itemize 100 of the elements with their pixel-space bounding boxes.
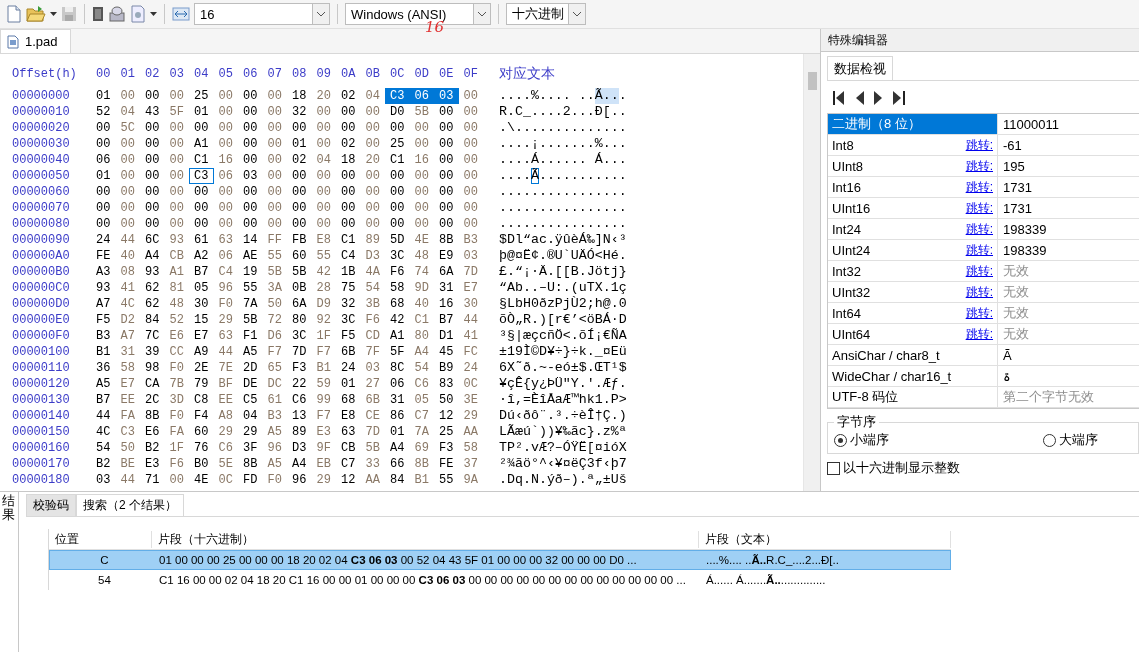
hex-bytes: 36 58 98 F0 2E 7E 2D 65 F3 B1 24 03 8C 54 B9 24 [95, 360, 479, 376]
offset-label: 00000150 [12, 425, 71, 439]
offset-label: 00000000 [12, 89, 71, 103]
column-header: 02 [144, 67, 161, 81]
jump-link[interactable]: 跳转: [965, 262, 993, 280]
text-column-header: 对应文本 [499, 65, 555, 83]
panel-title: 特殊编辑器 [821, 29, 1139, 52]
radio-option[interactable]: 大端序 [1043, 431, 1098, 449]
jump-link[interactable]: 跳转: [965, 220, 993, 238]
offset-label: 000000E0 [12, 313, 71, 327]
hex-bytes: 00 00 00 00 00 00 00 00 00 00 00 00 00 00 00 00 [95, 200, 479, 216]
property-name: AnsiChar / char8_t [832, 347, 940, 363]
hex-bytes: 01 00 00 00 [95, 168, 185, 184]
column-header: 06 [242, 67, 259, 81]
jump-link[interactable]: 跳转: [965, 199, 993, 217]
ascii-text: ................ [499, 216, 627, 232]
column-header: 03 [168, 67, 185, 81]
column-header: 05 [217, 67, 234, 81]
hex-snippet-cell-text: C1 16 00 00 02 04 18 20 C1 16 00 00 01 00 00 00 C3 06 03 00 00 00 00 00 00 00 00 00 00 00 00 00 ... [158, 574, 687, 586]
last-icon[interactable] [893, 91, 905, 105]
property-name: Int24 [832, 221, 861, 237]
offset-label: 000000D0 [12, 297, 71, 311]
jump-link[interactable]: 跳转: [965, 136, 993, 154]
ascii-text: .Dq.N.ýð–).ª„±Uš [499, 472, 627, 488]
first-icon[interactable] [833, 91, 845, 105]
scrollbar[interactable] [803, 54, 820, 491]
next-icon[interactable] [874, 91, 883, 105]
jump-link[interactable]: 跳转: [965, 157, 993, 175]
new-document-icon[interactable] [6, 3, 22, 25]
jump-link[interactable]: 跳转: [965, 325, 993, 343]
offset-label: 00000010 [12, 105, 71, 119]
dropdown[interactable]: 十六进制 [506, 3, 586, 25]
offset-label: 000000A0 [12, 249, 71, 263]
property-name: Int16 [832, 179, 861, 195]
jump-link[interactable]: 跳转: [965, 241, 993, 259]
hex-bytes: B1 31 39 CC A9 44 A5 F7 7D F7 6B 7F 5F A4 45 FC [95, 344, 479, 360]
hex-bytes: 03 44 71 00 4E 0C FD F0 96 29 12 AA 84 B1 55 9A [95, 472, 479, 488]
property-value: Ã [1002, 346, 1013, 365]
radio-option[interactable]: 小端序 [834, 431, 889, 449]
offset-header: Offset(h) [12, 67, 78, 81]
ascii-text: ³§|æçcñÖ<.õÍ¡€ÑA [499, 328, 627, 344]
offset-label: 000000F0 [12, 329, 71, 343]
file-tab[interactable]: 1.pad [0, 29, 71, 53]
property-value: 198339 [1002, 241, 1048, 260]
column-header: 0F [462, 67, 479, 81]
offset-label: 00000140 [12, 409, 71, 423]
offset-label: 00000080 [12, 217, 71, 231]
ascii-text: þ@¤Ë¢.®U`UÄÓ<Hé. [499, 248, 627, 264]
ascii-text: .\.............. [499, 120, 627, 136]
column-header: 04 [193, 67, 210, 81]
text-snippet-cell-text: ....%.... ..Ã..R.C_....2...Ð[.. [705, 554, 840, 566]
caret-icon[interactable] [50, 12, 57, 16]
result-row[interactable]: C 01 00 00 00 25 00 00 00 18 20 02 04 C3 06 03 00 52 04 43 5F 01 00 00 00 32 00 00 00 D0 ... ....%.... ..Ã..R.C_....2...Ð[.. [49, 550, 951, 570]
ascii-text: ·î,=ÈîÅaÆ™hk1.P> [499, 392, 627, 408]
ascii-text: “Ab..–U:.(uTX.1ç [499, 280, 627, 296]
offset-label: 00000120 [12, 377, 71, 391]
jump-link[interactable]: 跳转: [965, 304, 993, 322]
previous-icon[interactable] [855, 91, 864, 105]
dropdown[interactable]: 16 [194, 3, 330, 25]
offset-label: 00000050 [12, 169, 71, 183]
hex-bytes: 00 00 00 00 A1 00 00 00 01 00 02 00 25 00 00 00 [95, 136, 479, 152]
column-header: 片段（文本） [699, 530, 951, 548]
results-tab[interactable]: 搜索（2 个结果） [76, 494, 184, 516]
ascii-text: õÒ„R.)[r€’<öBÁ·D [499, 312, 627, 328]
hex-bytes: A5 E7 CA 7B 79 BF DE DC 22 59 01 27 06 C6 83 0C [95, 376, 479, 392]
hex-integers-checkbox[interactable]: 以十六进制显示整数 [827, 459, 1139, 477]
property-value: 195 [1002, 157, 1026, 176]
hex-bytes: 01 00 00 00 25 00 00 00 18 20 02 04 [95, 88, 381, 104]
jump-link[interactable]: 跳转: [965, 283, 993, 301]
ascii-text: ....¡.......%... [499, 136, 627, 152]
results-title: 结果 [2, 494, 15, 523]
offset-label: 00000110 [12, 361, 71, 375]
offset-label: 00000090 [12, 233, 71, 247]
panel-tab[interactable]: 数据检视 [827, 56, 893, 80]
property-name: WideChar / char16_t [832, 368, 952, 384]
results-tab[interactable]: 校验码 [26, 494, 76, 516]
column-header: 0E [438, 67, 455, 81]
property-value: ۃ [1002, 367, 1012, 386]
offset-label: 00000030 [12, 137, 71, 151]
caret-icon[interactable] [150, 12, 157, 16]
column-header: 片段（十六进制） [152, 530, 699, 548]
offset-label: 000000B0 [12, 265, 71, 279]
ascii-text: £.“¡·Ä.[[B.Jötj} [499, 264, 627, 280]
file-icon [7, 34, 19, 49]
jump-link[interactable]: 跳转: [965, 178, 993, 196]
hex-bytes: C3 [189, 168, 214, 184]
column-header: 0B [364, 67, 381, 81]
ascii-text: .... [499, 168, 531, 184]
ascii-text: Ã.. [594, 88, 619, 104]
ascii-text: ¥çÊ{y¿ÞÜ"Y.'.Æƒ. [499, 376, 627, 392]
property-name: Int32 [832, 263, 861, 279]
hex-bytes: B2 BE E3 F6 B0 5E 8B A5 A4 EB C7 33 66 8B FE 37 [95, 456, 479, 472]
result-row[interactable]: 54 C1 16 00 00 02 04 18 20 C1 16 00 00 01 00 00 00 C3 06 03 00 00 00 00 00 00 00 00 00 00 00 00 00 ... Á...... Á.......Ã................ [49, 570, 951, 590]
property-name-cell[interactable]: 二进制（8 位） [828, 114, 998, 134]
property-name: Int64 [832, 305, 861, 321]
property-name: UInt8 [832, 158, 864, 174]
ascii-text: $Dl“ac.ÿûèÁ‰]N‹³ [499, 232, 627, 248]
hex-bytes: 24 44 6C 93 61 63 14 FF FB E8 C1 89 5D 4E 8B B3 [95, 232, 479, 248]
ascii-text: LÃæú`))¥‰ãc}.z%ª [499, 424, 627, 440]
hex-bytes: 00 [462, 88, 479, 104]
